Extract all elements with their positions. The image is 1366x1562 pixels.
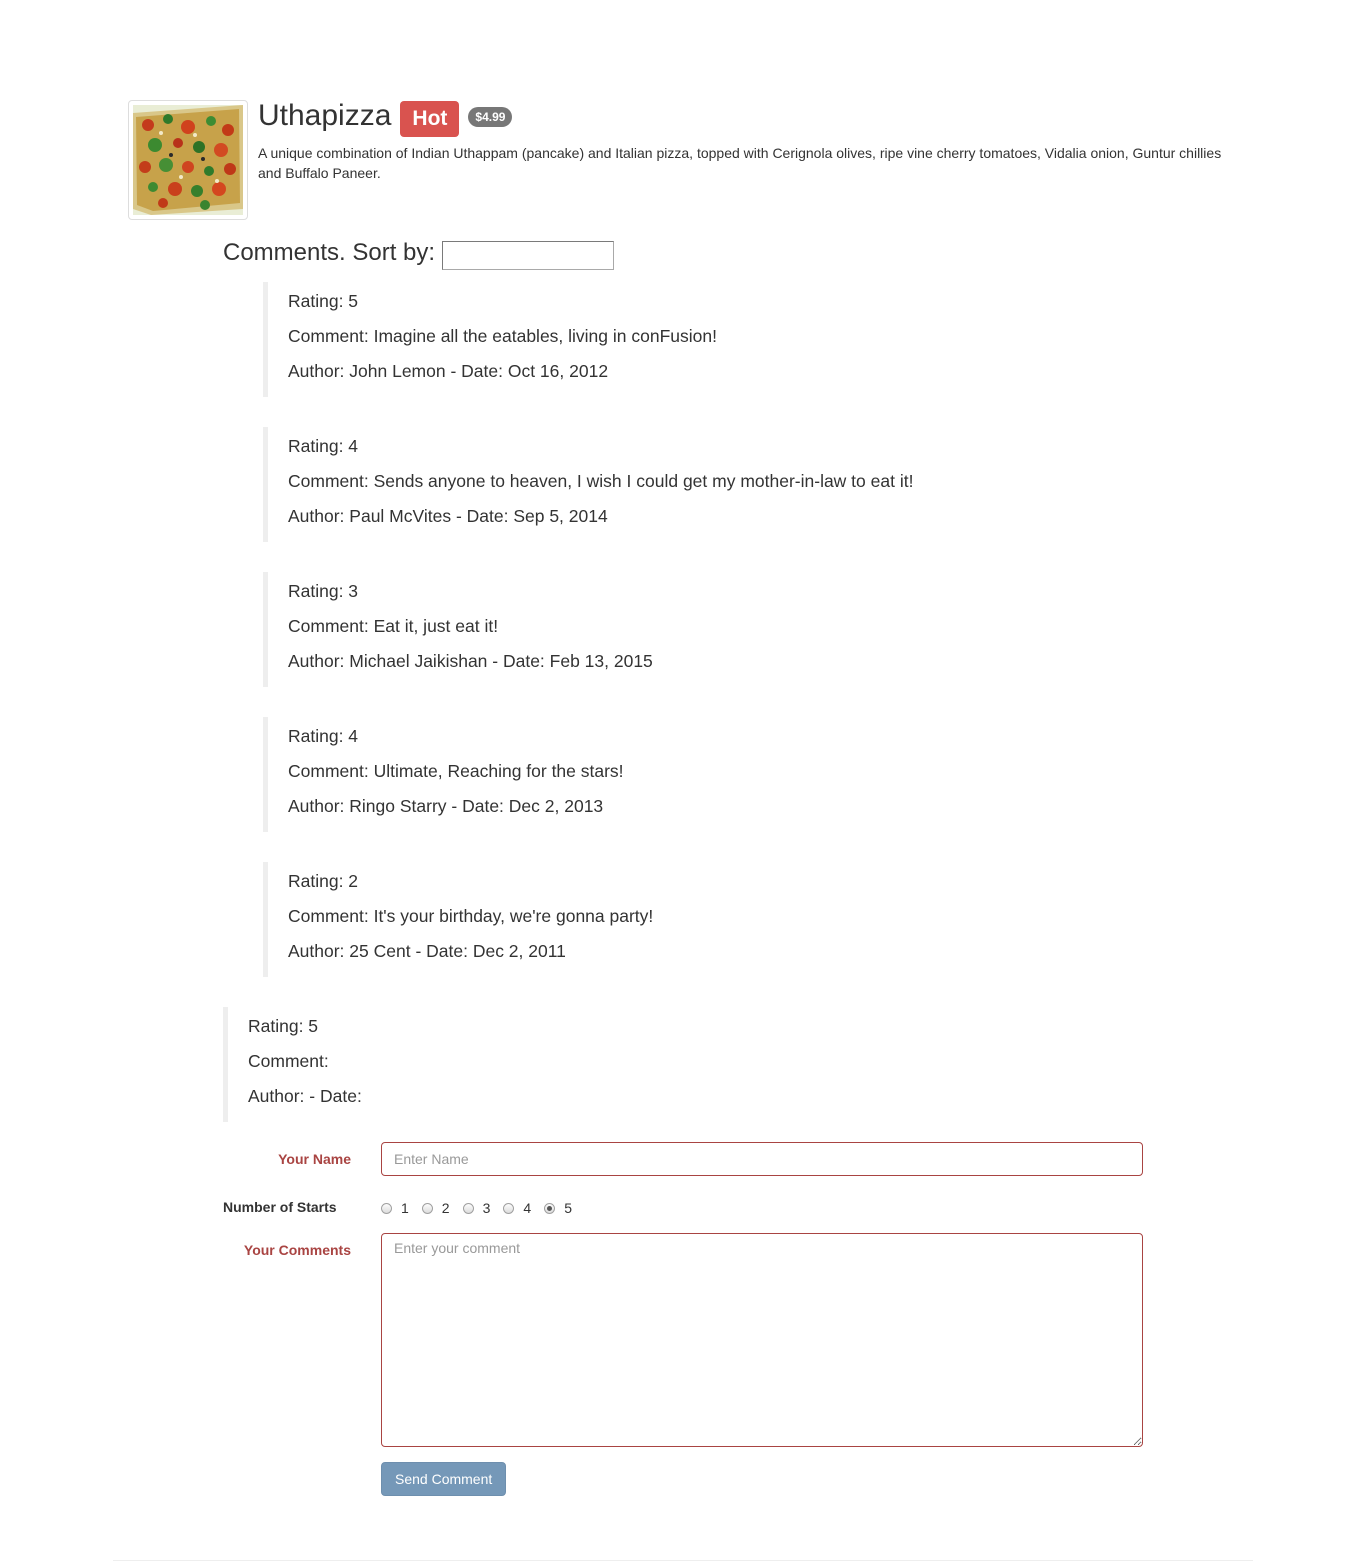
- comment-list: Rating: 5 Comment: Imagine all the eatab…: [263, 282, 1163, 1007]
- radio-label: 3: [482, 1200, 491, 1216]
- name-input[interactable]: [381, 1142, 1143, 1176]
- comment-author: Author: 25 Cent - Date: Dec 2, 2011: [288, 941, 566, 961]
- comment-author: Author: Ringo Starry - Date: Dec 2, 2013: [288, 796, 604, 816]
- comment-rating: Rating: 4: [288, 726, 359, 746]
- radio-label: 5: [564, 1200, 572, 1216]
- dish-name: Uthapizza: [258, 99, 392, 132]
- dish-heading: Uthapizza Hot $4.99: [258, 98, 1238, 137]
- comment-item: Rating: 4 Comment: Ultimate, Reaching fo…: [263, 717, 1163, 832]
- dish-image: [133, 105, 243, 215]
- star-option-5[interactable]: 5: [544, 1200, 572, 1216]
- price-badge: $4.99: [468, 107, 513, 127]
- comment-preview: Rating: 5 Comment: Author: - Date:: [223, 1007, 1123, 1122]
- comment-text: Comment: Ultimate, Reaching for the star…: [288, 761, 624, 781]
- dish-details: Uthapizza Hot $4.99 A unique combination…: [258, 98, 1238, 183]
- comment-item: Rating: 3 Comment: Eat it, just eat it! …: [263, 572, 1163, 687]
- comment-item: Rating: 4 Comment: Sends anyone to heave…: [263, 427, 1163, 542]
- comment-author: Author: John Lemon - Date: Oct 16, 2012: [288, 361, 609, 381]
- radio-button[interactable]: [503, 1202, 515, 1214]
- name-label: Your Name: [278, 1151, 351, 1167]
- radio-label: 2: [441, 1200, 450, 1216]
- comment-text: Comment: Imagine all the eatables, livin…: [288, 326, 717, 346]
- star-option-1[interactable]: 1: [381, 1200, 409, 1216]
- preview-rating: Rating: 5: [248, 1016, 319, 1036]
- hot-label: Hot: [400, 101, 460, 137]
- radio-button-selected[interactable]: [544, 1202, 556, 1214]
- comment-author: Author: Paul McVites - Date: Sep 5, 2014: [288, 506, 608, 526]
- radio-button[interactable]: [462, 1202, 474, 1214]
- comment-rating: Rating: 5: [288, 291, 359, 311]
- dish-description: A unique combination of Indian Uthappam …: [258, 145, 1222, 181]
- radio-button[interactable]: [421, 1202, 433, 1214]
- comment-rating: Rating: 4: [288, 436, 359, 456]
- sort-input[interactable]: [442, 241, 615, 270]
- dish-thumbnail: [128, 100, 248, 220]
- comment-rating: Rating: 2: [288, 871, 359, 891]
- comment-rating: Rating: 3: [288, 581, 359, 601]
- send-comment-button[interactable]: Send Comment: [381, 1462, 507, 1496]
- star-option-2[interactable]: 2: [421, 1200, 450, 1216]
- star-option-3[interactable]: 3: [462, 1200, 491, 1216]
- comment-text: Comment: It's your birthday, we're gonna…: [288, 906, 654, 926]
- radio-label: 4: [523, 1200, 532, 1216]
- comment-item: Rating: 2 Comment: It's your birthday, w…: [263, 862, 1163, 977]
- star-option-4[interactable]: 4: [503, 1200, 531, 1216]
- comment-text: Comment: Eat it, just eat it!: [288, 616, 499, 636]
- footer-divider: [113, 1560, 1253, 1561]
- comments-label: Your Comments: [243, 1242, 351, 1258]
- stars-radio-group: 1 2 3 4 5: [381, 1200, 585, 1216]
- radio-button[interactable]: [381, 1202, 392, 1214]
- radio-label: 1: [401, 1200, 409, 1216]
- preview-comment: Comment:: [248, 1051, 329, 1071]
- comment-item: Rating: 5 Comment: Imagine all the eatab…: [263, 282, 1163, 397]
- comments-heading: Comments. Sort by:: [223, 238, 436, 266]
- stars-label: Number of Starts: [223, 1199, 337, 1215]
- preview-author: Author: - Date:: [248, 1086, 362, 1106]
- comment-author: Author: Michael Jaikishan - Date: Feb 13…: [288, 651, 653, 671]
- comment-text: Comment: Sends anyone to heaven, I wish …: [288, 471, 914, 491]
- comments-textarea[interactable]: [381, 1233, 1143, 1447]
- comments-header: Comments. Sort by:: [223, 238, 615, 270]
